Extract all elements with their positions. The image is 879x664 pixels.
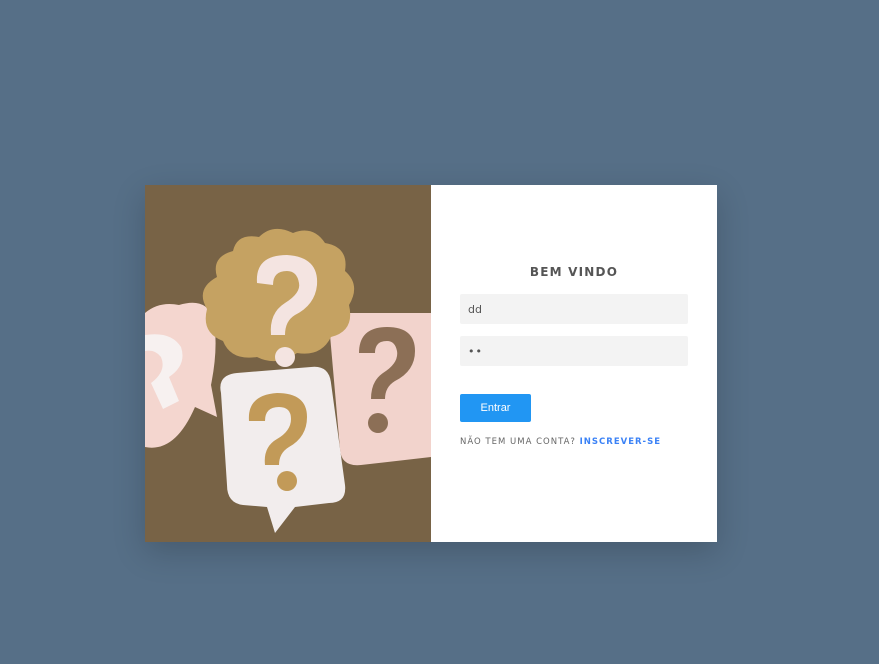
no-account-text: NÃO TEM UMA CONTA? xyxy=(460,437,580,447)
username-input[interactable] xyxy=(460,294,688,324)
password-input[interactable] xyxy=(460,336,688,366)
login-card: BEM VINDO Entrar NÃO TEM UMA CONTA? INSC… xyxy=(145,185,717,542)
welcome-title: BEM VINDO xyxy=(529,265,619,279)
login-button[interactable]: Entrar xyxy=(460,394,531,422)
pink-bubble-right xyxy=(329,313,431,466)
login-form-panel: BEM VINDO Entrar NÃO TEM UMA CONTA? INSC… xyxy=(431,185,717,542)
signup-link[interactable]: INSCREVER-SE xyxy=(580,437,661,447)
login-page: BEM VINDO Entrar NÃO TEM UMA CONTA? INSC… xyxy=(0,0,879,664)
hero-image xyxy=(145,185,431,542)
question-bubbles-illustration xyxy=(145,185,431,542)
signup-prompt: NÃO TEM UMA CONTA? INSCREVER-SE xyxy=(460,437,661,447)
